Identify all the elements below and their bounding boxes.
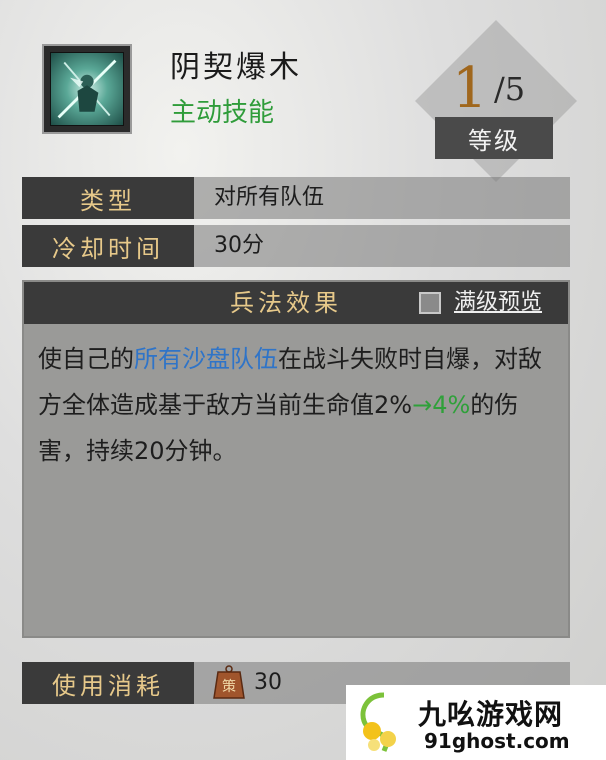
- effect-text-arrow: →4%: [412, 391, 471, 419]
- type-value: 对所有队伍: [214, 185, 325, 210]
- level-label: 等级: [435, 117, 553, 159]
- effect-title: 兵法效果: [230, 289, 342, 317]
- skill-name: 阴契爆木: [170, 50, 302, 85]
- watermark-title: 九吆游戏网: [418, 698, 564, 731]
- level-current: 1: [452, 56, 488, 121]
- strategy-token-icon: 策: [212, 664, 246, 702]
- cooldown-row: 冷却时间 30分: [22, 225, 570, 267]
- cooldown-value: 30分: [214, 233, 264, 258]
- cooldown-label: 冷却时间: [22, 225, 194, 267]
- effect-text-highlight: 所有沙盘队伍: [134, 345, 278, 373]
- max-level-preview-label[interactable]: 满级预览: [454, 282, 542, 324]
- cost-label: 使用消耗: [22, 662, 194, 704]
- watermark-url: 91ghost.com: [424, 729, 570, 753]
- token-char: 策: [222, 678, 236, 695]
- cost-value: 30: [254, 670, 282, 695]
- effect-panel: 兵法效果 满级预览 使自己的所有沙盘队伍在战斗失败时自爆，对敌方全体造成基于敌方…: [22, 280, 570, 638]
- effect-header: 兵法效果 满级预览: [24, 282, 568, 324]
- type-label: 类型: [22, 177, 194, 219]
- watermark: 九吆游戏网 91ghost.com: [346, 685, 606, 760]
- skill-kind: 主动技能: [170, 98, 275, 128]
- skill-icon[interactable]: [42, 44, 132, 134]
- effect-description: 使自己的所有沙盘队伍在战斗失败时自爆，对敌方全体造成基于敌方当前生命值2%→4%…: [38, 336, 558, 474]
- effect-text-part1: 使自己的: [38, 345, 134, 373]
- max-level-preview-checkbox[interactable]: [419, 292, 441, 314]
- skill-art-icon: [50, 52, 124, 126]
- level-max: /5: [494, 70, 526, 108]
- type-row: 类型 对所有队伍: [22, 177, 570, 219]
- skill-detail-panel: 阴契爆木 主动技能 1 /5 等级 类型 对所有队伍 冷却时间 30分 兵法效果…: [0, 0, 606, 760]
- watermark-logo-icon: [354, 691, 414, 755]
